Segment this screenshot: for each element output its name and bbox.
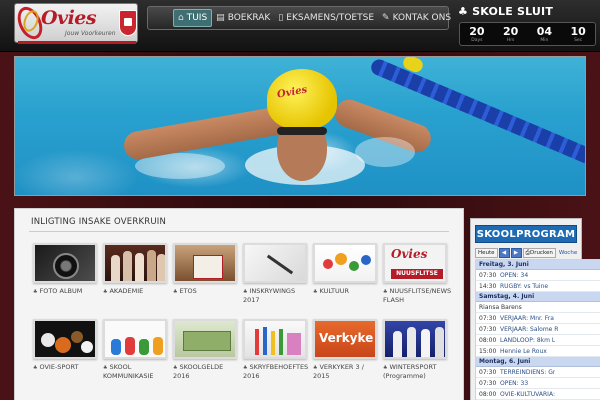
home-icon: ⌂ — [178, 13, 184, 23]
countdown-hours: 20 Hrs — [502, 25, 519, 43]
tile-skool-kommunikasie[interactable]: ♣ SKOOL KOMMUNIKASIE — [103, 319, 167, 380]
club-icon: ♣ — [103, 289, 108, 295]
countdown-minutes: 04 Min — [536, 25, 553, 43]
week-view-link[interactable]: Woche — [559, 250, 577, 256]
countdown-seconds: 10 Sec — [570, 25, 586, 43]
tile-nuusflitse[interactable]: Ovies NUUSFLITSE ♣ NUUSFLITSE/NEWS FLASH — [383, 243, 451, 304]
tile-ovie-sport[interactable]: ♣ OVIE-SPORT — [33, 319, 97, 372]
club-icon: ♣ — [173, 289, 178, 295]
calendar-event[interactable]: 07:30 VERJAAR: Mnr. Fra — [476, 313, 600, 324]
hero-banner-swimmer: Ovies — [14, 56, 586, 196]
wrench-icon: ✎ — [382, 13, 390, 23]
nav-item-boekrak[interactable]: ▤ BOEKRAK — [212, 9, 274, 27]
nav-item-kontak[interactable]: ✎ KONTAK ONS — [378, 9, 455, 27]
nav-item-tuis[interactable]: ⌂ TUIS — [173, 9, 213, 27]
divider — [29, 231, 449, 232]
logo-text: Ovies — [41, 7, 97, 29]
calendar-event[interactable]: 07:30 OPEN: 33 — [476, 378, 600, 389]
club-icon: ♣ — [243, 365, 248, 371]
tile-foto-album[interactable]: ♣ FOTO ALBUM — [33, 243, 97, 296]
sports-balls-icon[interactable] — [33, 319, 97, 359]
info-panel: INLIGTING INSAKE OVERKRUIN ♣ FOTO ALBUM ♣… — [14, 208, 464, 400]
tile-skoolgelde[interactable]: ♣ SKOOLGELDE 2016 — [173, 319, 237, 380]
tile-wintersport[interactable]: ♣ WINTERSPORT (Programme) — [383, 319, 447, 380]
culture-collage-icon[interactable] — [313, 243, 377, 283]
stationery-icon[interactable] — [243, 319, 307, 359]
next-arrow-icon[interactable]: ▶ — [510, 247, 522, 258]
tile-kultuur[interactable]: ♣ KULTUUR — [313, 243, 377, 296]
dancers-icon[interactable] — [383, 319, 447, 359]
nav-label: KONTAK ONS — [392, 13, 452, 23]
tile-etos[interactable]: ♣ ETOS — [173, 243, 237, 296]
school-crest-icon — [119, 10, 137, 36]
calendar-event[interactable]: 07:30 VERJAAR: Salome R — [476, 324, 600, 335]
group-photo-icon[interactable] — [103, 243, 167, 283]
club-icon: ♣ — [173, 365, 178, 371]
calendar-event[interactable]: Riansa Barens — [476, 302, 600, 313]
club-icon: ♣ — [33, 289, 38, 295]
logo-subtitle: Jouw Voorkeuren — [65, 30, 116, 37]
calendar-event[interactable]: 08:00 OVIE-KULTUVARIA: — [476, 389, 600, 400]
tile-verkyker[interactable]: Verkyke ♣ VERKYKER 3 / 2015 — [313, 319, 377, 380]
main-nav: ⌂ TUIS ▤ BOEKRAK ▯ EKSAMENS/TOETSE ✎ KON… — [147, 6, 451, 30]
calendar-event[interactable]: 15:00 Hennie Le Roux — [476, 346, 600, 357]
calendar-toolbar: Heute ◀ ▶ ⎙Drucken Woche — [475, 247, 600, 258]
calendar-day-header: Freitag, 3. Juni — [476, 260, 600, 270]
site-header: Ovies Jouw Voorkeuren ⌂ TUIS ▤ BOEKRAK ▯… — [0, 0, 600, 52]
countdown-title: ♣ SKOLE SLUIT — [458, 5, 554, 18]
swim-goggles — [277, 127, 327, 135]
camera-icon[interactable] — [33, 243, 97, 283]
calendar-event[interactable]: 08:00 LANDLOOP: 8km L — [476, 335, 600, 346]
section-title: INLIGTING INSAKE OVERKRUIN — [31, 217, 167, 227]
people-communication-icon[interactable] — [103, 319, 167, 359]
school-program-title: SKOOLPROGRAM — [475, 225, 577, 243]
prev-arrow-icon[interactable]: ◀ — [498, 247, 510, 258]
calendar-event[interactable]: 14:30 RUGBY: vs Tuine — [476, 281, 600, 292]
calendar-day-header: Montag, 6. Juni — [476, 357, 600, 367]
document-icon: ▯ — [278, 13, 284, 23]
calendar-event[interactable]: 07:30 OPEN: 34 — [476, 270, 600, 281]
club-icon: ♣ — [383, 365, 388, 371]
poster-icon — [193, 255, 223, 279]
club-icon: ♣ — [313, 365, 318, 371]
club-icon: ♣ — [33, 365, 38, 371]
club-icon: ♣ — [383, 289, 388, 295]
club-icon: ♣ — [313, 289, 318, 295]
money-icon[interactable] — [173, 319, 237, 359]
water-splash — [355, 137, 415, 167]
calendar-agenda: Freitag, 3. Juni 07:30 OPEN: 34 14:30 RUGB… — [475, 259, 600, 400]
pen-paper-icon[interactable] — [243, 243, 307, 283]
today-button[interactable]: Heute — [475, 247, 498, 258]
print-button[interactable]: ⎙Drucken — [522, 247, 556, 258]
club-icon: ♣ — [103, 365, 108, 371]
club-icon: ♣ — [243, 289, 248, 295]
nav-item-eksamens[interactable]: ▯ EKSAMENS/TOETSE — [274, 9, 378, 27]
countdown-timer: 20 Days 20 Hrs 04 Min 10 Sec — [459, 22, 596, 46]
tile-akademie[interactable]: ♣ AKADEMIE — [103, 243, 167, 296]
tile-inskrywings[interactable]: ♣ INSKRYWINGS 2017 — [243, 243, 307, 304]
tile-skryfbehoeftes[interactable]: ♣ SKRYFBEHOEFTES 2016 — [243, 319, 308, 380]
nav-label: BOEKRAK — [227, 13, 271, 23]
club-icon: ♣ — [458, 5, 469, 18]
verkyker-magazine-icon[interactable]: Verkyke — [313, 319, 377, 359]
calendar-day-header: Samstag, 4. Juni — [476, 292, 600, 302]
school-logo[interactable]: Ovies Jouw Voorkeuren — [12, 2, 138, 44]
countdown-days: 20 Days — [469, 25, 485, 43]
school-program-panel: SKOOLPROGRAM Heute ◀ ▶ ⎙Drucken Woche Fr… — [470, 218, 600, 400]
logo-underline — [18, 41, 136, 44]
nav-label: TUIS — [186, 13, 208, 23]
etos-poster-icon[interactable] — [173, 243, 237, 283]
nav-label: EKSAMENS/TOETSE — [286, 13, 375, 23]
news-logo-icon[interactable]: Ovies NUUSFLITSE — [383, 243, 447, 283]
calendar-event[interactable]: 07:30 TERREINDIENS: Gr — [476, 367, 600, 378]
book-icon: ▤ — [216, 13, 225, 23]
